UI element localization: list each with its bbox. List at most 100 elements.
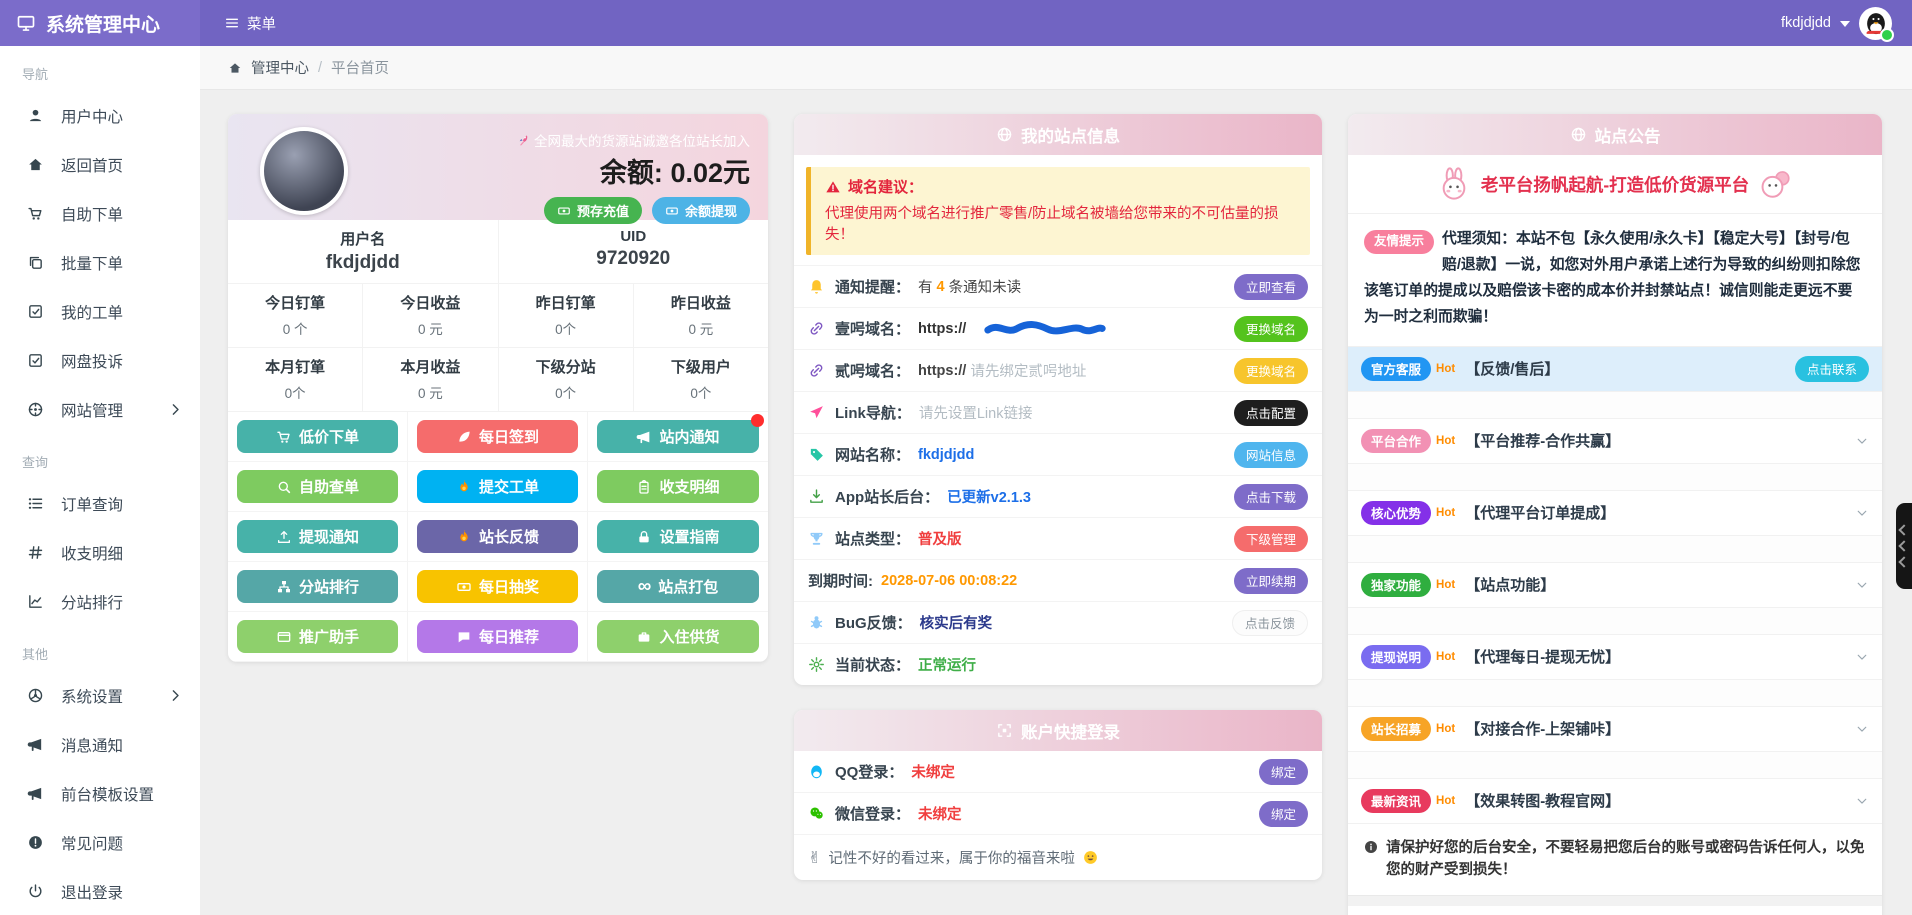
menu-label: 菜单 [247,13,276,34]
shortcut-site-package[interactable]: ∞站点打包 [597,570,759,603]
configure-link-button[interactable]: 点击配置 [1234,400,1308,426]
info-row-bug: BuG反馈： 核实后有奖 点击反馈 [794,601,1322,643]
hot-label: Hot [1436,363,1455,375]
clipboard-icon [636,479,652,495]
quick-login-panel: 账户快捷登录 QQ登录： 未绑定 绑定 微信登录： 未绑定 绑定 ✌ 记性不好的… [794,710,1322,880]
row-spacer [1348,679,1882,706]
collapsed-row [1348,895,1882,906]
user-icon [27,107,44,124]
bind-qq-button[interactable]: 绑定 [1259,759,1308,785]
chevron-down-icon [1855,578,1869,592]
accordion-platform-coop[interactable]: 平台合作Hot 【平台推荐-合作共赢】 [1348,418,1882,463]
sidebar-item-user-center[interactable]: 用户中心 [0,91,200,140]
avatar[interactable] [1859,7,1892,40]
shortcut-owner-feedback[interactable]: 站长反馈 [417,520,578,553]
stat-cell: 本月钉箪0个 [228,348,363,411]
info-row-status: 当前状态： 正常运行 [794,643,1322,685]
warning-icon [825,179,841,195]
card-icon [276,629,292,645]
info-row-app: App站长后台： 已更新v2.1.3 点击下载 [794,475,1322,517]
main-area: 管理中心 / 平台首页 全网最大的货源站诚邀各位站长加入 余额: 0.02元 预… [200,46,1912,915]
shortcut-submit-ticket[interactable]: 提交工单 [417,470,578,503]
accordion-core-advantage[interactable]: 核心优势Hot 【代理平台订单提成】 [1348,490,1882,535]
accordion-latest-news[interactable]: 最新资讯Hot 【效果转图-教程官网】 [1348,778,1882,823]
chevron-right-icon [167,687,184,704]
sidebar-item-batch-order[interactable]: 批量下单 [0,238,200,287]
change-domain1-button[interactable]: 更换域名 [1234,316,1308,342]
info-icon [1363,839,1379,855]
sidebar-item-site-manage[interactable]: 网站管理 [0,385,200,434]
view-now-button[interactable]: 立即查看 [1234,274,1308,300]
sidebar-item-finance-detail[interactable]: 收支明细 [0,528,200,577]
shortcut-promo-helper[interactable]: 推广助手 [237,620,398,653]
flame-icon [456,529,472,545]
user-menu[interactable]: fkdjdjdd [1781,7,1912,40]
sidebar: 导航 用户中心 返回首页 自助下单 批量下单 我的工单 网盘投诉 网站管理 查询… [0,46,200,915]
link-icon [808,362,825,379]
shortcut-withdraw-notice[interactable]: 提现通知 [237,520,398,553]
sidebar-item-my-tickets[interactable]: 我的工单 [0,287,200,336]
breadcrumb-root[interactable]: 管理中心 [251,57,309,78]
recharge-button[interactable]: 预存充值 [544,197,642,224]
sidebar-item-logout[interactable]: 退出登录 [0,867,200,915]
shortcut-daily-signin[interactable]: 每日签到 [417,420,578,453]
hot-label: Hot [1436,651,1455,663]
shortcut-daily-lottery[interactable]: 每日抽奖 [417,570,578,603]
accordion-owner-recruit[interactable]: 站长招募Hot 【对接合作-上架铺咔】 [1348,706,1882,751]
app-title: 系统管理中心 [46,10,160,37]
shortcut-order-check[interactable]: 自助查单 [237,470,398,503]
shortcut-site-notice[interactable]: 站内通知 [597,420,759,453]
chevron-left-icon [1898,540,1909,551]
accordion-withdraw-info[interactable]: 提现说明Hot 【代理每日-提现无忧】 [1348,634,1882,679]
chevron-down-icon [1855,434,1869,448]
sidebar-item-substation-rank[interactable]: 分站排行 [0,577,200,626]
chevron-down-icon [1855,794,1869,808]
sidebar-item-netdisk-complaint[interactable]: 网盘投诉 [0,336,200,385]
sub-manage-button[interactable]: 下级管理 [1234,526,1308,552]
change-domain2-button[interactable]: 更换域名 [1234,358,1308,384]
topbar: 系统管理中心 菜单 fkdjdjdd [0,0,1912,46]
sidebar-item-template-settings[interactable]: 前台模板设置 [0,769,200,818]
cash-icon [557,204,571,218]
username-cell: 用户名fkdjdjdd [228,220,499,283]
sidebar-item-message-notice[interactable]: 消息通知 [0,720,200,769]
topbar-username: fkdjdjdd [1781,15,1831,31]
bear-sticker-icon [1759,167,1793,201]
chevron-down-icon [1855,722,1869,736]
shortcut-setup-guide[interactable]: 设置指南 [597,520,759,553]
bind-wechat-button[interactable]: 绑定 [1259,801,1308,827]
menu-toggle[interactable]: 菜单 [224,13,276,34]
sidebar-item-back-home[interactable]: 返回首页 [0,140,200,189]
censored-domain-scribble [970,320,1120,337]
sidebar-item-system-settings[interactable]: 系统设置 [0,671,200,720]
row-spacer [1348,751,1882,778]
breadcrumb-current: 平台首页 [331,57,389,78]
cash-icon [456,579,472,595]
download-app-button[interactable]: 点击下载 [1234,484,1308,510]
sidebar-item-faq[interactable]: 常见问题 [0,818,200,867]
feedback-button[interactable]: 点击反馈 [1232,610,1308,636]
contact-service-button[interactable]: 点击联系 [1795,356,1869,382]
bell-icon [808,278,825,295]
accordion-exclusive-features[interactable]: 独家功能Hot 【站点功能】 [1348,562,1882,607]
info-row-domain2: 贰呺域名： https://请先绑定贰呺地址 更换域名 [794,349,1322,391]
site-info-button[interactable]: 网站信息 [1234,442,1308,468]
renew-button[interactable]: 立即续期 [1234,568,1308,594]
side-toolbar-handle[interactable] [1896,503,1912,589]
shortcut-substation-rank[interactable]: 分站排行 [237,570,398,603]
shortcut-supplier-join[interactable]: 入住供货 [597,620,759,653]
shortcut-cheap-order[interactable]: 低价下单 [237,420,398,453]
hot-label: Hot [1436,723,1455,735]
withdraw-button[interactable]: 余额提现 [652,197,750,224]
sidebar-item-self-order[interactable]: 自助下单 [0,189,200,238]
info-row-expire: 到期时间: 2028-07-06 00:08:22 立即续期 [794,559,1322,601]
shortcut-finance-detail[interactable]: 收支明细 [597,470,759,503]
shortcut-daily-recommend[interactable]: 每日推荐 [417,620,578,653]
sidebar-item-order-query[interactable]: 订单查询 [0,479,200,528]
leaf-icon [456,429,472,445]
home-icon [27,156,44,173]
stat-cell: 昨日收益0 元 [634,284,768,347]
stat-cell: 今日钉箪0 个 [228,284,363,347]
info-row-notice: 通知提醒： 有4条通知未读 立即查看 [794,265,1322,307]
sidebar-section-query: 查询 [0,434,200,479]
